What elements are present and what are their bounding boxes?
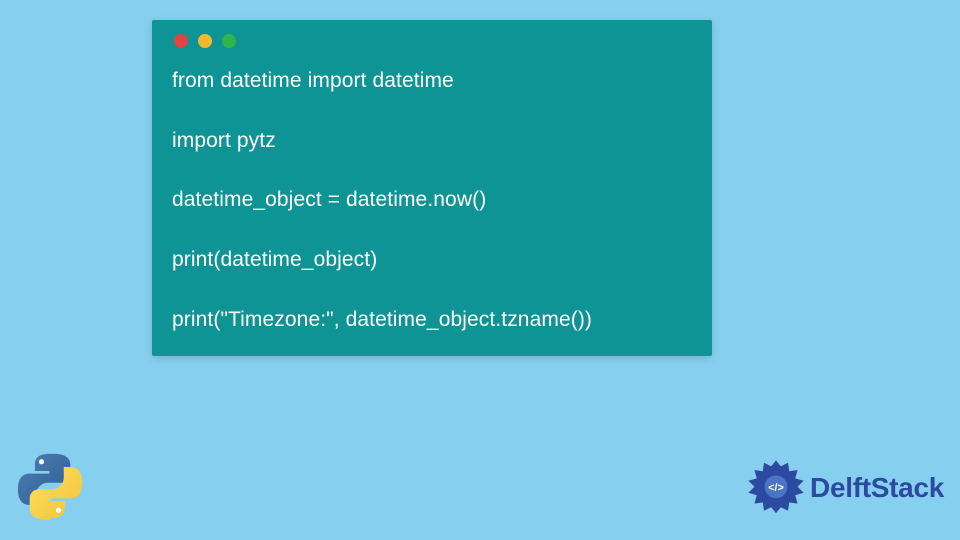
svg-text:</>: </> [768, 482, 784, 494]
delftstack-badge-icon: </> [746, 458, 806, 518]
delftstack-brand: </> DelftStack [746, 458, 944, 518]
delftstack-brand-text: DelftStack [810, 472, 944, 504]
window-close-icon [174, 34, 188, 48]
window-traffic-lights [174, 34, 692, 48]
python-logo-icon [14, 450, 86, 522]
code-card: from datetime import datetime import pyt… [152, 20, 712, 356]
window-maximize-icon [222, 34, 236, 48]
window-minimize-icon [198, 34, 212, 48]
code-body: from datetime import datetime import pyt… [172, 66, 692, 334]
